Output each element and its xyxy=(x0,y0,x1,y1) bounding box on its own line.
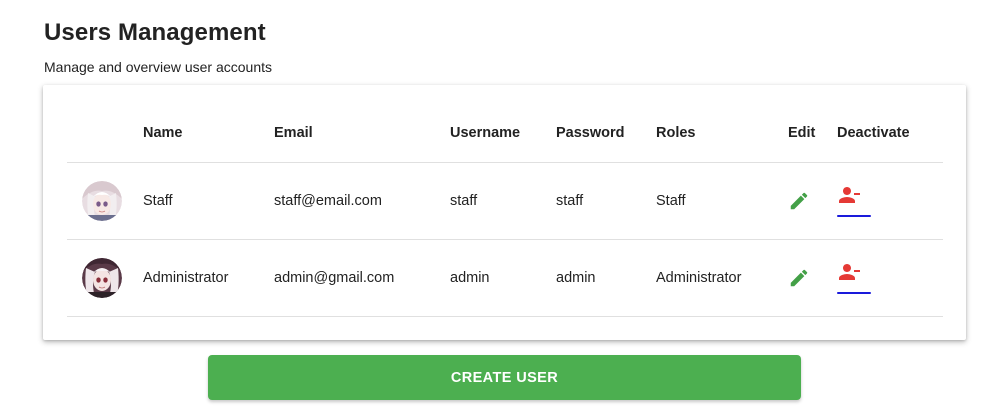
column-header-roles: Roles xyxy=(656,124,696,141)
table-header-row: Name Email Username Password Roles Edit … xyxy=(67,103,943,163)
user-name: Administrator xyxy=(143,270,229,286)
user-password: staff xyxy=(556,193,584,209)
table-row: Staff staff@email.com staff staff Staff xyxy=(67,163,943,240)
avatar xyxy=(82,181,122,221)
page-title: Users Management xyxy=(44,19,266,46)
edit-button[interactable] xyxy=(788,267,810,289)
pencil-icon xyxy=(790,269,808,287)
create-user-button[interactable]: CREATE USER xyxy=(208,355,801,400)
column-header-deactivate: Deactivate xyxy=(837,124,910,141)
user-roles: Administrator xyxy=(656,270,742,286)
pencil-icon xyxy=(790,192,808,210)
edit-button[interactable] xyxy=(788,190,810,212)
deactivate-button[interactable] xyxy=(837,181,871,221)
column-header-username: Username xyxy=(450,124,521,141)
user-username: admin xyxy=(450,270,490,286)
avatar xyxy=(82,258,122,298)
user-roles: Staff xyxy=(656,193,686,209)
users-table: Name Email Username Password Roles Edit … xyxy=(67,103,943,317)
focus-underline xyxy=(837,292,871,294)
user-password: admin xyxy=(556,270,596,286)
user-username: staff xyxy=(450,193,478,209)
user-email: admin@gmail.com xyxy=(274,270,395,286)
user-name: Staff xyxy=(143,193,173,209)
focus-underline xyxy=(837,215,871,217)
page-subtitle: Manage and overview user accounts xyxy=(44,59,273,75)
deactivate-button[interactable] xyxy=(837,258,871,298)
column-header-edit: Edit xyxy=(788,124,816,141)
user-email: staff@email.com xyxy=(274,193,382,209)
column-header-password: Password xyxy=(556,124,625,141)
users-card: Name Email Username Password Roles Edit … xyxy=(43,85,966,340)
column-header-email: Email xyxy=(274,124,313,141)
column-header-name: Name xyxy=(143,124,183,141)
table-row: Administrator admin@gmail.com admin admi… xyxy=(67,240,943,317)
person-remove-icon xyxy=(839,264,860,280)
person-remove-icon xyxy=(839,187,860,203)
